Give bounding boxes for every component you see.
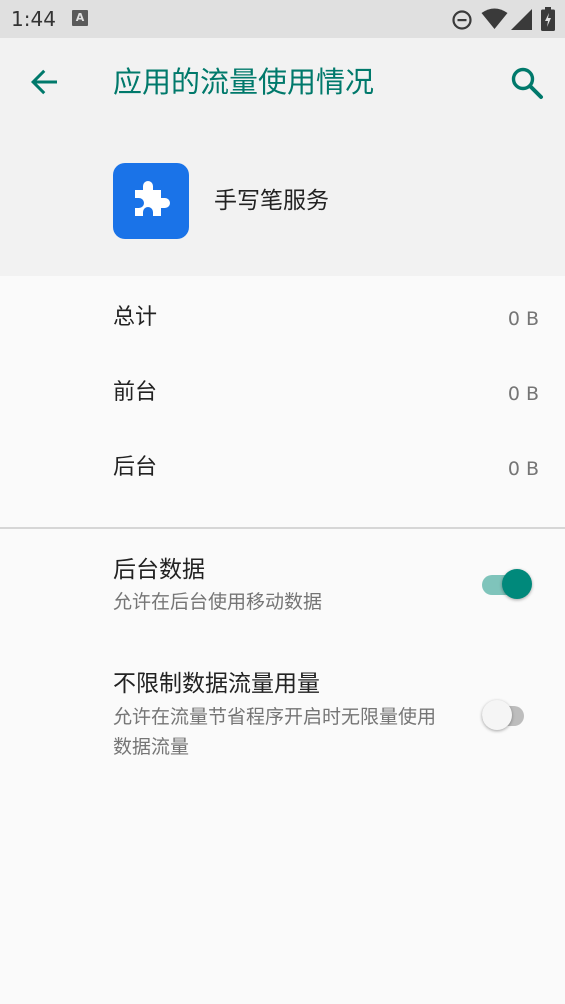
switch-thumb: [502, 569, 532, 599]
usage-value: 0 B: [507, 308, 539, 330]
dnd-icon: [452, 10, 472, 30]
switch-thumb: [482, 700, 512, 730]
unrestricted-data-switch[interactable]: [482, 697, 532, 733]
app-name: 手写笔服务: [214, 188, 329, 214]
notification-a-icon: A: [72, 10, 88, 26]
section-divider: [0, 527, 565, 529]
usage-row-background: 后台 0 B: [0, 433, 565, 508]
battery-icon: [541, 7, 555, 31]
setting-summary: 允许在后台使用移动数据: [113, 591, 323, 613]
wifi-icon: [481, 8, 508, 29]
usage-row-total: 总计 0 B: [0, 283, 565, 358]
usage-row-foreground: 前台 0 B: [0, 358, 565, 433]
setting-title: 后台数据: [113, 557, 205, 583]
arrow-back-icon[interactable]: [26, 64, 62, 100]
background-data-switch[interactable]: [482, 566, 532, 602]
page-title: 应用的流量使用情况: [113, 65, 375, 99]
setting-title: 不限制数据流量用量: [113, 671, 320, 697]
usage-value: 0 B: [507, 383, 539, 405]
app-header: 应用的流量使用情况 手写笔服务: [0, 38, 565, 276]
search-icon[interactable]: [508, 64, 546, 102]
signal-icon: [511, 9, 532, 30]
status-bar: 1:44 A: [0, 0, 565, 38]
setting-summary: 允许在流量节省程序开启时无限量使用数据流量: [113, 706, 437, 758]
usage-label: 前台: [113, 380, 158, 405]
usage-value: 0 B: [507, 458, 539, 480]
status-time: 1:44: [11, 7, 56, 31]
puzzle-piece-icon: [113, 163, 189, 239]
usage-label: 后台: [113, 455, 158, 480]
usage-label: 总计: [113, 305, 158, 330]
